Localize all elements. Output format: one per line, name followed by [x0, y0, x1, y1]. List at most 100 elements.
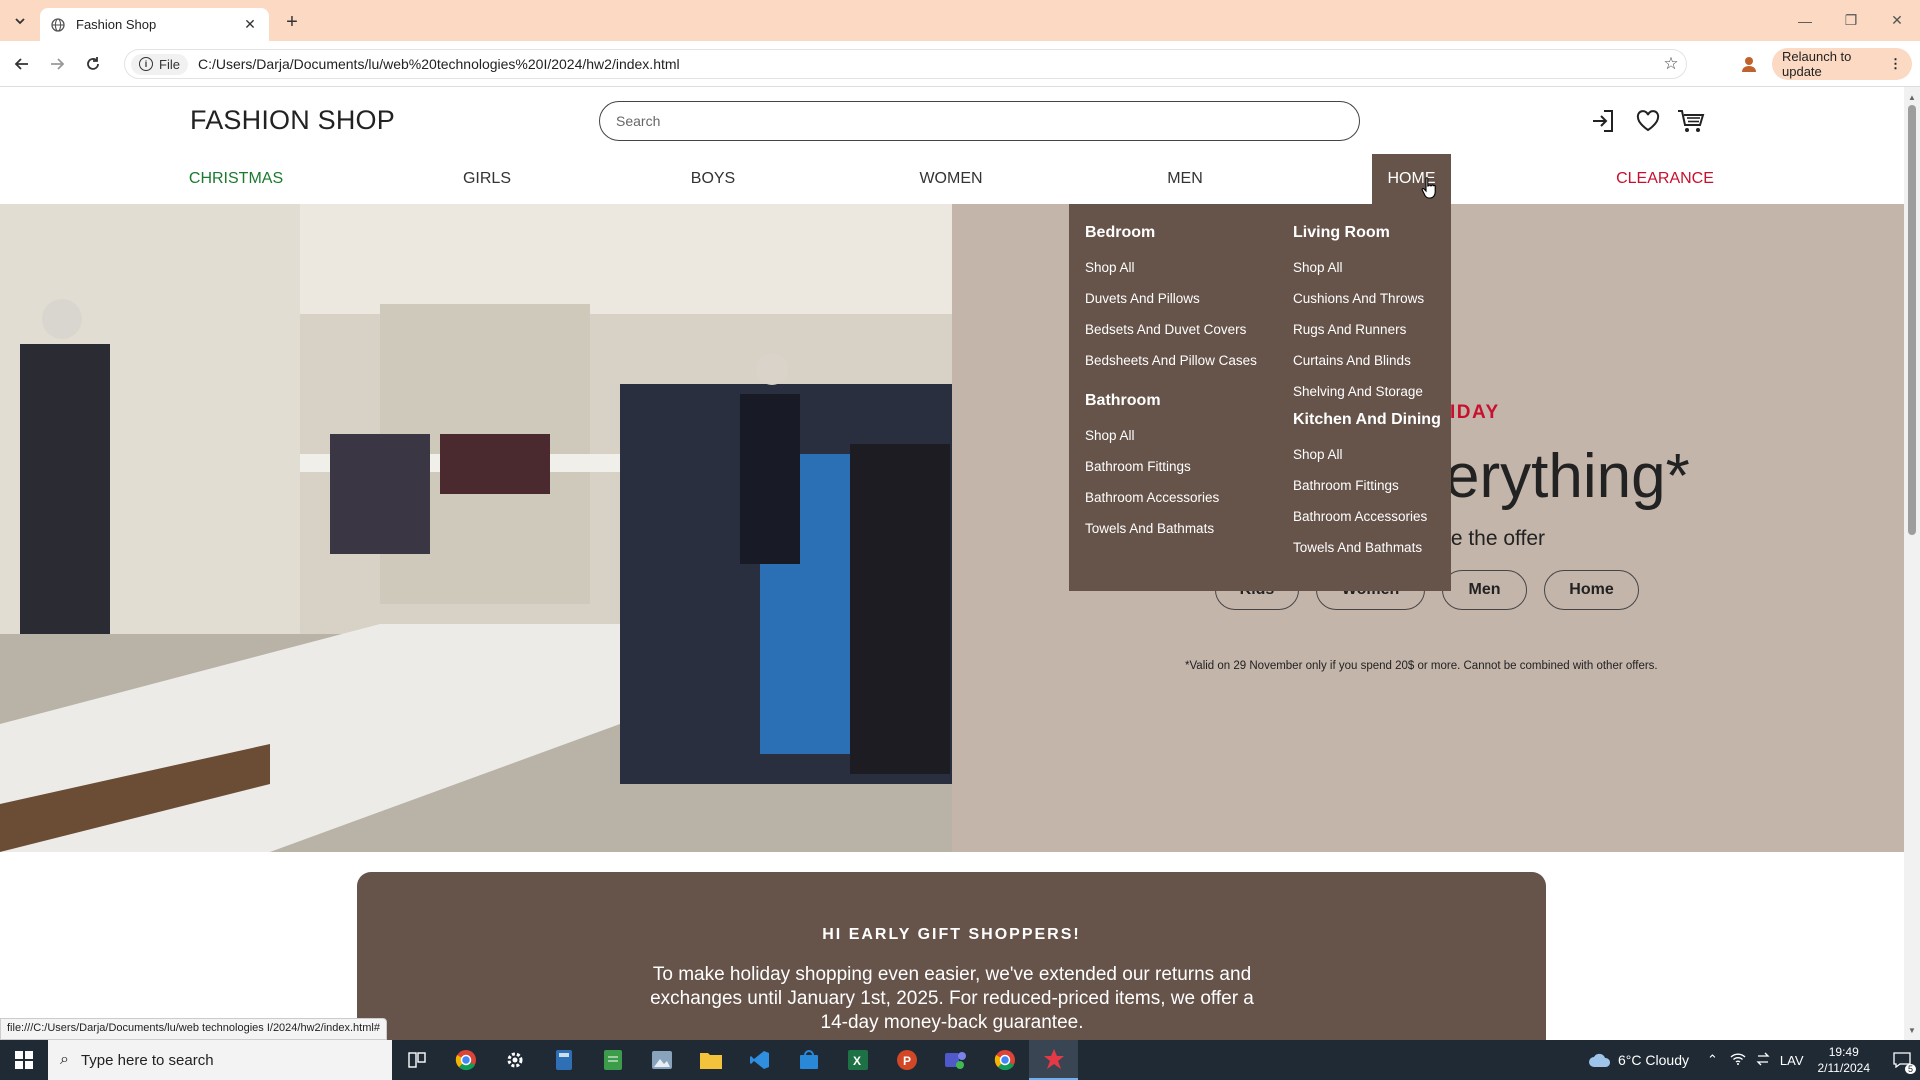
store-interior-image: [0, 204, 952, 852]
main-nav: CHRISTMAS GIRLS BOYS WOMEN MEN HOME CLEA…: [0, 154, 1904, 204]
dropdown-link[interactable]: Bathroom Accessories: [1293, 501, 1441, 532]
clock[interactable]: 19:49 2/11/2024: [1818, 1044, 1871, 1076]
dropdown-link[interactable]: Shop All: [1293, 439, 1441, 470]
wishlist-heart-icon[interactable]: [1633, 106, 1663, 136]
dropdown-link[interactable]: Bathroom Fittings: [1293, 470, 1441, 501]
tab-search-chevron-icon[interactable]: [8, 10, 32, 32]
search-icon: ⌕: [60, 1051, 69, 1068]
chrome-alt-icon[interactable]: [980, 1040, 1029, 1080]
dropdown-heading-kitchen: Kitchen And Dining: [1293, 411, 1441, 428]
forward-icon[interactable]: [45, 52, 69, 76]
powerpoint-icon[interactable]: P: [882, 1040, 931, 1080]
new-tab-icon[interactable]: +: [280, 10, 304, 34]
info-icon: i: [139, 57, 153, 71]
tab-close-icon[interactable]: ✕: [241, 16, 259, 34]
relaunch-button[interactable]: Relaunch to update ⋮: [1772, 48, 1912, 80]
window-controls: — ❐ ✕: [1782, 0, 1920, 41]
language-indicator[interactable]: LAV: [1780, 1053, 1804, 1068]
scroll-up-icon[interactable]: ▲: [1904, 89, 1920, 105]
login-icon[interactable]: [1588, 106, 1618, 136]
system-tray: 6°C Cloudy ⌃ LAV 19:49 2/11/2024 5: [1588, 1040, 1920, 1080]
link-status-bubble: file:///C:/Users/Darja/Documents/lu/web …: [0, 1018, 387, 1040]
url-text[interactable]: C:/Users/Darja/Documents/lu/web%20techno…: [198, 56, 1656, 72]
promo-title: HI EARLY GIFT SHOPPERS!: [822, 926, 1081, 943]
photos-icon[interactable]: [637, 1040, 686, 1080]
file-explorer-icon[interactable]: [686, 1040, 735, 1080]
hero-banner: IDAY erything* te the offer Kids Women M…: [0, 204, 1904, 852]
nav-boys[interactable]: BOYS: [686, 154, 740, 204]
minimize-icon[interactable]: —: [1782, 0, 1828, 41]
clock-date: 2/11/2024: [1817, 1061, 1871, 1075]
dropdown-link[interactable]: Cushions And Throws: [1293, 283, 1441, 314]
dropdown-link[interactable]: Bathroom Accessories: [1085, 482, 1257, 513]
svg-text:X: X: [853, 1054, 861, 1068]
profile-icon[interactable]: [1737, 52, 1761, 76]
browser-tab[interactable]: Fashion Shop ✕: [40, 8, 269, 41]
chevron-up-icon[interactable]: ⌃: [1707, 1052, 1718, 1068]
dropdown-column-right: Living Room Shop All Cushions And Throws…: [1293, 220, 1441, 563]
globe-icon: [50, 17, 66, 33]
hero-subtitle: te the offer: [1445, 527, 1546, 550]
nav-girls[interactable]: GIRLS: [458, 154, 516, 204]
home-dropdown-menu: Bedroom Shop All Duvets And Pillows Beds…: [1069, 204, 1451, 591]
hand-cursor-icon: [1421, 177, 1436, 199]
scroll-down-icon[interactable]: ▼: [1904, 1022, 1920, 1038]
dropdown-link[interactable]: Duvets And Pillows: [1085, 283, 1257, 314]
calculator-icon[interactable]: [539, 1040, 588, 1080]
task-view-icon[interactable]: [392, 1040, 441, 1080]
dropdown-link[interactable]: Shelving And Storage: [1293, 376, 1441, 407]
bookmark-star-icon[interactable]: ☆: [1656, 54, 1686, 74]
windows-taskbar: ⌕ Type here to search X P 6°C Cloudy ⌃ L…: [0, 1040, 1920, 1080]
reload-icon[interactable]: [81, 52, 105, 76]
dropdown-link[interactable]: Towels And Bathmats: [1085, 513, 1257, 544]
site-search-input[interactable]: [599, 101, 1360, 141]
page-scrollbar[interactable]: ▲ ▼: [1904, 87, 1920, 1040]
dropdown-link[interactable]: Bedsets And Duvet Covers: [1085, 314, 1257, 345]
site-logo[interactable]: FASHION SHOP: [190, 105, 395, 136]
nav-christmas[interactable]: CHRISTMAS: [189, 154, 283, 204]
taskbar-search-input[interactable]: ⌕ Type here to search: [48, 1040, 392, 1080]
dropdown-link[interactable]: Shop All: [1085, 420, 1257, 451]
restore-icon[interactable]: ❐: [1828, 0, 1874, 41]
weather-text: 6°C Cloudy: [1618, 1052, 1689, 1068]
paint-icon[interactable]: [1029, 1040, 1078, 1080]
hero-button-men[interactable]: Men: [1442, 570, 1527, 610]
address-bar[interactable]: i File C:/Users/Darja/Documents/lu/web%2…: [124, 49, 1687, 79]
dropdown-link[interactable]: Bedsheets And Pillow Cases: [1085, 345, 1257, 376]
weather-widget[interactable]: 6°C Cloudy: [1588, 1052, 1689, 1068]
dropdown-link[interactable]: Shop All: [1085, 252, 1257, 283]
back-icon[interactable]: [10, 52, 34, 76]
language-switch-icon[interactable]: [1756, 1052, 1770, 1069]
site-info-chip[interactable]: i File: [131, 53, 188, 75]
store-icon[interactable]: [784, 1040, 833, 1080]
dropdown-link[interactable]: Rugs And Runners: [1293, 314, 1441, 345]
wifi-icon[interactable]: [1730, 1052, 1746, 1068]
settings-icon[interactable]: [490, 1040, 539, 1080]
dropdown-link[interactable]: Towels And Bathmats: [1293, 532, 1441, 563]
dropdown-link[interactable]: Shop All: [1293, 252, 1441, 283]
close-window-icon[interactable]: ✕: [1874, 0, 1920, 41]
nav-men[interactable]: MEN: [1164, 154, 1206, 204]
hero-button-home[interactable]: Home: [1544, 570, 1639, 610]
cart-icon[interactable]: [1676, 106, 1706, 136]
notification-center-icon[interactable]: 5: [1884, 1040, 1920, 1080]
promo-text: To make holiday shopping even easier, we…: [650, 964, 1254, 1033]
page-viewport: FASHION SHOP CHRISTMAS GIRLS BOYS WOMEN …: [0, 87, 1904, 1040]
nav-women[interactable]: WOMEN: [915, 154, 987, 204]
vscode-icon[interactable]: [735, 1040, 784, 1080]
windows-start-icon[interactable]: [0, 1040, 48, 1080]
scroll-thumb[interactable]: [1908, 105, 1916, 535]
taskbar-search-placeholder: Type here to search: [80, 1051, 214, 1069]
nav-clearance[interactable]: CLEARANCE: [1616, 154, 1714, 204]
excel-icon[interactable]: X: [833, 1040, 882, 1080]
dropdown-link[interactable]: Curtains And Blinds: [1293, 345, 1441, 376]
dropdown-heading-living-room: Living Room: [1293, 224, 1390, 241]
notepad-icon[interactable]: [588, 1040, 637, 1080]
hero-headline: erything*: [1445, 442, 1690, 511]
chrome-icon[interactable]: [441, 1040, 490, 1080]
site-chip-label: File: [159, 56, 180, 72]
dropdown-link[interactable]: Bathroom Fittings: [1085, 451, 1257, 482]
notification-count: 5: [1904, 1064, 1916, 1074]
teams-icon[interactable]: [931, 1040, 980, 1080]
nav-home[interactable]: HOME: [1372, 154, 1451, 204]
